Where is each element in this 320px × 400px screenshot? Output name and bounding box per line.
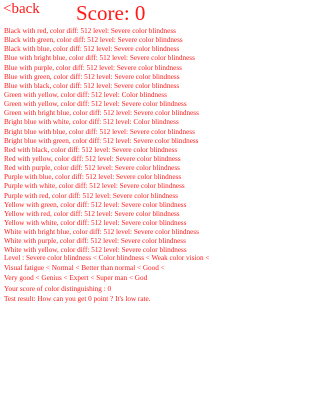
result-item: Green with yellow, color diff: 512 level… bbox=[4, 100, 187, 109]
level-scale-text-2: Visual fatigue < Normal < Better than no… bbox=[4, 264, 165, 273]
test-result-text: Test result: How can you get 0 point ? I… bbox=[4, 294, 151, 303]
result-item: Red with black, color diff: 512 level: S… bbox=[4, 145, 178, 154]
result-item: Purple with red, color diff: 512 level: … bbox=[4, 191, 178, 200]
distinguishing-score-text: Your score of color distinguishing : 0 bbox=[4, 284, 112, 293]
result-item: Bright blue with blue, color diff: 512 l… bbox=[4, 127, 195, 136]
result-item: Yellow with green, color diff: 512 level… bbox=[4, 200, 187, 209]
result-item: Blue with bright blue, color diff: 512 l… bbox=[4, 54, 195, 63]
result-item: Red with yellow, color diff: 512 level: … bbox=[4, 154, 181, 163]
result-item: Purple with blue, color diff: 512 level:… bbox=[4, 173, 182, 182]
result-item: Green with yellow, color diff: 512 level… bbox=[4, 90, 167, 99]
score-title: Score: 0 bbox=[76, 1, 146, 25]
result-item: Black with green, color diff: 512 level:… bbox=[4, 36, 183, 45]
back-button[interactable]: <back bbox=[3, 0, 40, 18]
level-scale-text: Level : Severe color blindness < Color b… bbox=[4, 254, 210, 262]
result-item: Green with bright blue, color diff: 512 … bbox=[4, 109, 199, 118]
result-item: Red with purple, color diff: 512 level: … bbox=[4, 164, 180, 173]
result-item: Yellow with red, color diff: 512 level: … bbox=[4, 209, 180, 218]
result-item: Yellow with white, color diff: 512 level… bbox=[4, 218, 187, 227]
result-item: Bright blue with white, color diff: 512 … bbox=[4, 118, 179, 127]
result-item: White with bright blue, color diff: 512 … bbox=[4, 228, 199, 237]
result-item: Bright blue with green, color diff: 512 … bbox=[4, 136, 199, 145]
header-bar: <back Score: 0 bbox=[0, 0, 225, 26]
result-item: Blue with green, color diff: 512 level: … bbox=[4, 72, 180, 81]
result-item: White with purple, color diff: 512 level… bbox=[4, 237, 186, 246]
result-item: Blue with black, color diff: 512 level: … bbox=[4, 81, 180, 90]
result-item: Blue with purple, color diff: 512 level:… bbox=[4, 63, 182, 72]
summary-section: Level : Severe color blindness < Color b… bbox=[4, 253, 225, 304]
results-list: Black with red, color diff: 512 level: S… bbox=[4, 27, 225, 256]
result-item: Black with blue, color diff: 512 level: … bbox=[4, 45, 180, 54]
result-item: Purple with white, color diff: 512 level… bbox=[4, 182, 185, 191]
level-scale-text-3: Very good < Genius < Expert < Super man … bbox=[4, 274, 148, 283]
result-item: Black with red, color diff: 512 level: S… bbox=[4, 27, 176, 35]
